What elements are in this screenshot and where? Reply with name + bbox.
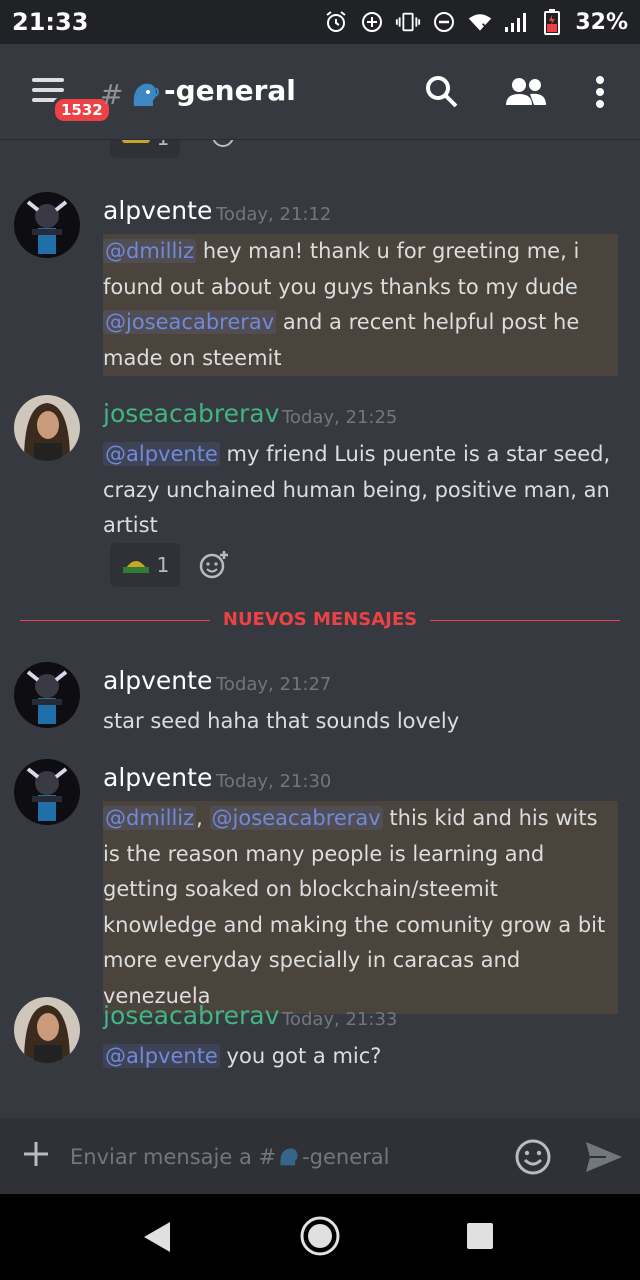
avatar[interactable] xyxy=(14,759,80,825)
channel-title: -general xyxy=(164,74,296,107)
battery-percent: 32% xyxy=(575,9,628,35)
speaking-head-icon xyxy=(276,1144,302,1170)
emoji-picker-icon[interactable] xyxy=(514,1138,552,1176)
avatar[interactable] xyxy=(14,395,80,461)
emoji-badge-icon xyxy=(121,551,151,580)
back-icon[interactable] xyxy=(142,1220,172,1254)
data-saver-icon xyxy=(359,9,385,35)
message-author[interactable]: alpvente xyxy=(103,196,212,225)
message-timestamp: Today, 21:30 xyxy=(216,771,332,792)
search-icon[interactable] xyxy=(422,72,462,112)
message-author[interactable]: joseacabrerav xyxy=(103,399,279,428)
reaction-chip[interactable]: 1 xyxy=(110,140,180,158)
message-content: @dmilliz, @joseacabrerav this kid and hi… xyxy=(103,801,618,1014)
message-text: star seed haha that sounds lovely xyxy=(103,709,460,733)
message-text: , xyxy=(196,806,203,830)
reaction-chip[interactable]: 1 xyxy=(110,543,180,587)
divider-line xyxy=(430,620,620,621)
new-messages-divider: NUEVOS MENSAJES xyxy=(20,609,620,633)
reaction-bar: 1 xyxy=(110,543,230,587)
emoji-badge-icon xyxy=(121,140,151,150)
message-timestamp: Today, 21:33 xyxy=(282,1009,398,1030)
message-timestamp: Today, 21:25 xyxy=(282,407,398,428)
home-icon[interactable] xyxy=(298,1214,342,1258)
add-reaction-icon[interactable] xyxy=(198,549,230,581)
avatar[interactable] xyxy=(14,192,80,258)
add-attachment-icon[interactable] xyxy=(18,1134,54,1174)
status-icons: 32% xyxy=(323,9,628,35)
battery-icon xyxy=(539,9,565,35)
members-icon[interactable] xyxy=(504,72,546,112)
avatar[interactable] xyxy=(14,662,80,728)
alarm-icon xyxy=(323,9,349,35)
channel-header: 1532 # -general xyxy=(0,44,640,140)
message-timestamp: Today, 21:12 xyxy=(216,204,332,225)
message-content: @dmilliz hey man! thank u for greeting m… xyxy=(103,234,618,376)
signal-icon xyxy=(503,9,529,35)
message-composer: Enviar mensaje a # -general xyxy=(0,1118,640,1194)
avatar[interactable] xyxy=(14,997,80,1063)
previous-reactions: 1 xyxy=(110,140,236,158)
do-not-disturb-icon xyxy=(431,9,457,35)
message-author[interactable]: joseacabrerav xyxy=(103,1001,279,1030)
wifi-icon xyxy=(467,9,493,35)
message-author[interactable]: alpvente xyxy=(103,666,212,695)
message-input[interactable]: Enviar mensaje a # -general xyxy=(70,1144,390,1170)
message-content: @alpvente you got a mic? xyxy=(103,1039,618,1075)
placeholder-prefix: Enviar mensaje a # xyxy=(70,1145,277,1169)
message-list[interactable]: 1 alpvente Today, 21:12 @dmilliz hey man… xyxy=(0,140,640,1118)
user-mention[interactable]: @joseacabrerav xyxy=(209,806,383,830)
recent-apps-icon[interactable] xyxy=(466,1222,494,1250)
reaction-count: 1 xyxy=(156,553,170,577)
user-mention[interactable]: @dmilliz xyxy=(103,806,197,830)
status-time: 21:33 xyxy=(12,8,89,36)
user-mention[interactable]: @dmilliz xyxy=(103,239,197,263)
send-icon[interactable] xyxy=(584,1138,624,1176)
message-text: this kid and his wits is the reason many… xyxy=(103,806,606,1008)
status-bar: 21:33 32% xyxy=(0,0,640,44)
vibrate-icon xyxy=(395,9,421,35)
user-mention[interactable]: @alpvente xyxy=(103,442,220,466)
user-mention[interactable]: @alpvente xyxy=(103,1044,220,1068)
message-content: star seed haha that sounds lovely xyxy=(103,704,618,740)
message-author[interactable]: alpvente xyxy=(103,763,212,792)
more-icon[interactable] xyxy=(584,72,624,112)
user-mention[interactable]: @joseacabrerav xyxy=(103,310,277,334)
speaking-head-icon xyxy=(128,78,162,112)
message-content: @alpvente my friend Luis puente is a sta… xyxy=(103,437,618,544)
reaction-count: 1 xyxy=(157,140,170,150)
channel-hash: # xyxy=(100,78,124,111)
add-reaction-icon[interactable] xyxy=(210,140,236,153)
system-nav-bar xyxy=(0,1194,640,1280)
message-text: you got a mic? xyxy=(226,1044,382,1068)
message-timestamp: Today, 21:27 xyxy=(216,674,332,695)
placeholder-suffix: -general xyxy=(302,1145,390,1169)
